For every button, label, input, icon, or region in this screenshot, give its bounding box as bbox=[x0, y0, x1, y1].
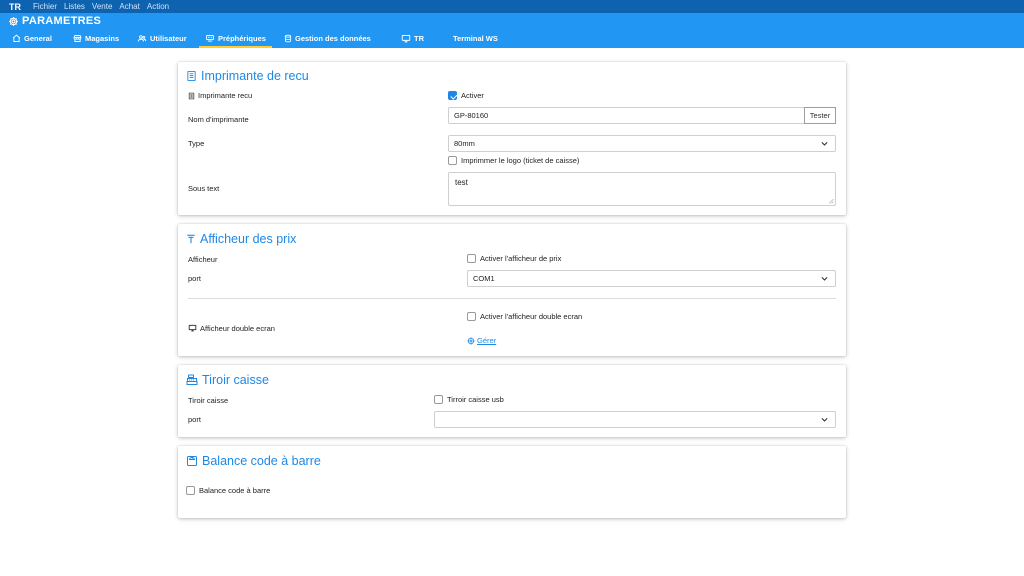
activer-afficheur-prix-label: Activer l'afficheur de prix bbox=[480, 254, 562, 263]
type-select-value: 80mm bbox=[454, 139, 475, 148]
sous-text-textarea[interactable]: test bbox=[448, 172, 836, 206]
nom-imprimante-value: GP-80160 bbox=[454, 111, 489, 120]
tab-utilisateur-label: Utilisateur bbox=[150, 34, 187, 43]
monitor-icon bbox=[188, 324, 197, 332]
card-tiroir: Tiroir caisse Tiroir caisse Tirroir cais… bbox=[178, 365, 846, 437]
afficheur-double-label: Afficheur double ecran bbox=[188, 322, 275, 334]
gear-icon bbox=[9, 16, 18, 26]
store-icon bbox=[73, 35, 82, 42]
cash-register-icon bbox=[186, 374, 198, 385]
tiroir-usb-label: Tirroir caisse usb bbox=[447, 395, 504, 404]
tiroir-port-label: port bbox=[188, 414, 201, 424]
afficheur-label: Afficheur bbox=[188, 255, 218, 264]
tiroir-usb-checkbox[interactable] bbox=[434, 395, 443, 404]
activer-imprimante-label: Activer bbox=[461, 91, 484, 100]
gear-icon bbox=[467, 336, 475, 345]
chevron-down-icon bbox=[821, 141, 828, 146]
afficheur-port-label: port bbox=[188, 273, 201, 283]
home-icon bbox=[12, 34, 21, 42]
afficheur-port-select[interactable]: COM1 bbox=[467, 270, 836, 287]
activer-double-ecran-label: Activer l'afficheur double ecran bbox=[480, 312, 583, 321]
card-imprimante-title: Imprimante de recu bbox=[186, 69, 309, 83]
activer-double-ecran-checkbox[interactable] bbox=[467, 312, 476, 321]
card-balance: Balance code à barre Balance code à barr… bbox=[178, 446, 846, 518]
gerer-link-text: Gérer bbox=[477, 336, 497, 345]
scale-icon bbox=[187, 456, 197, 466]
settings-header: PARAMETRES General Magasins Utilisateur … bbox=[0, 13, 1024, 48]
card-tiroir-title-text: Tiroir caisse bbox=[202, 373, 269, 387]
tab-tr-label: TR bbox=[414, 34, 424, 43]
receipt-icon bbox=[187, 70, 196, 82]
chevron-down-icon bbox=[821, 276, 828, 281]
imprimante-recu-label: Imprimante recu bbox=[188, 91, 252, 100]
type-label: Type bbox=[188, 138, 205, 148]
imprimer-logo-checkbox[interactable] bbox=[448, 156, 457, 165]
tab-gestion-donnees-label: Gestion des données bbox=[295, 34, 371, 43]
monitor-icon bbox=[401, 35, 411, 43]
peripherals-icon bbox=[206, 35, 214, 42]
display-pole-icon bbox=[187, 234, 195, 244]
balance-checkbox[interactable] bbox=[186, 486, 195, 495]
menu-action[interactable]: Action bbox=[147, 2, 169, 11]
activer-afficheur-prix-checkbox[interactable] bbox=[467, 254, 476, 263]
card-balance-title-text: Balance code à barre bbox=[202, 454, 321, 468]
receipt-icon bbox=[188, 92, 195, 99]
gerer-link[interactable]: Gérer bbox=[467, 335, 496, 346]
database-icon bbox=[284, 34, 292, 43]
menu-listes[interactable]: Listes bbox=[64, 2, 85, 11]
page-title: PARAMETRES bbox=[8, 14, 101, 28]
sous-text-label: Sous text bbox=[188, 183, 220, 193]
menu-achat[interactable]: Achat bbox=[119, 2, 139, 11]
type-select[interactable]: 80mm bbox=[448, 135, 836, 152]
menu-vente[interactable]: Vente bbox=[92, 2, 112, 11]
chevron-down-icon bbox=[821, 417, 828, 422]
tab-terminal-ws-label: Terminal WS bbox=[453, 34, 498, 43]
tab-terminal-ws[interactable]: Terminal WS bbox=[453, 29, 498, 48]
card-afficheur: Afficheur des prix Afficheur Activer l'a… bbox=[178, 224, 846, 356]
tab-magasins-label: Magasins bbox=[85, 34, 120, 43]
card-balance-title: Balance code à barre bbox=[186, 454, 321, 468]
nom-imprimante-label: Nom d'imprimante bbox=[188, 114, 249, 124]
card-imprimante-title-text: Imprimante de recu bbox=[201, 69, 309, 83]
resize-grip-icon[interactable] bbox=[828, 198, 834, 204]
app-brand: TR bbox=[9, 1, 21, 12]
imprimer-logo-label: Imprimmer le logo (ticket de caisse) bbox=[461, 156, 580, 165]
imprimante-recu-label-text: Imprimante recu bbox=[198, 91, 253, 100]
tab-tr[interactable]: TR bbox=[401, 29, 424, 48]
balance-checkbox-label: Balance code à barre bbox=[199, 486, 271, 495]
tab-prepheriques-label: Préphériques bbox=[218, 34, 266, 43]
card-tiroir-title: Tiroir caisse bbox=[186, 373, 269, 387]
menu-fichier[interactable]: Fichier bbox=[33, 2, 57, 11]
tab-general-label: General bbox=[24, 34, 52, 43]
tab-utilisateur[interactable]: Utilisateur bbox=[137, 29, 187, 48]
tab-prepheriques[interactable]: Préphériques bbox=[199, 29, 272, 48]
tab-gestion-donnees[interactable]: Gestion des données bbox=[284, 29, 371, 48]
users-icon bbox=[137, 35, 147, 42]
tab-general[interactable]: General bbox=[12, 29, 52, 48]
afficheur-port-value: COM1 bbox=[473, 274, 495, 283]
tiroir-port-select[interactable] bbox=[434, 411, 836, 428]
card-afficheur-title: Afficheur des prix bbox=[186, 232, 296, 246]
nom-imprimante-input[interactable]: GP-80160 bbox=[448, 107, 805, 124]
card-imprimante: Imprimante de recu Imprimante recu Activ… bbox=[178, 62, 846, 215]
card-afficheur-title-text: Afficheur des prix bbox=[200, 232, 297, 246]
section-divider bbox=[188, 298, 836, 299]
activer-imprimante-checkbox[interactable] bbox=[448, 91, 457, 100]
page-title-text: PARAMETRES bbox=[22, 15, 102, 27]
tab-magasins[interactable]: Magasins bbox=[73, 29, 119, 48]
menu-bar: TR Fichier Listes Vente Achat Action bbox=[0, 0, 1024, 13]
tester-button[interactable]: Tester bbox=[804, 107, 836, 124]
tiroir-caisse-label: Tiroir caisse bbox=[188, 396, 229, 405]
afficheur-double-label-text: Afficheur double ecran bbox=[200, 323, 275, 333]
sous-text-value: test bbox=[455, 178, 468, 187]
